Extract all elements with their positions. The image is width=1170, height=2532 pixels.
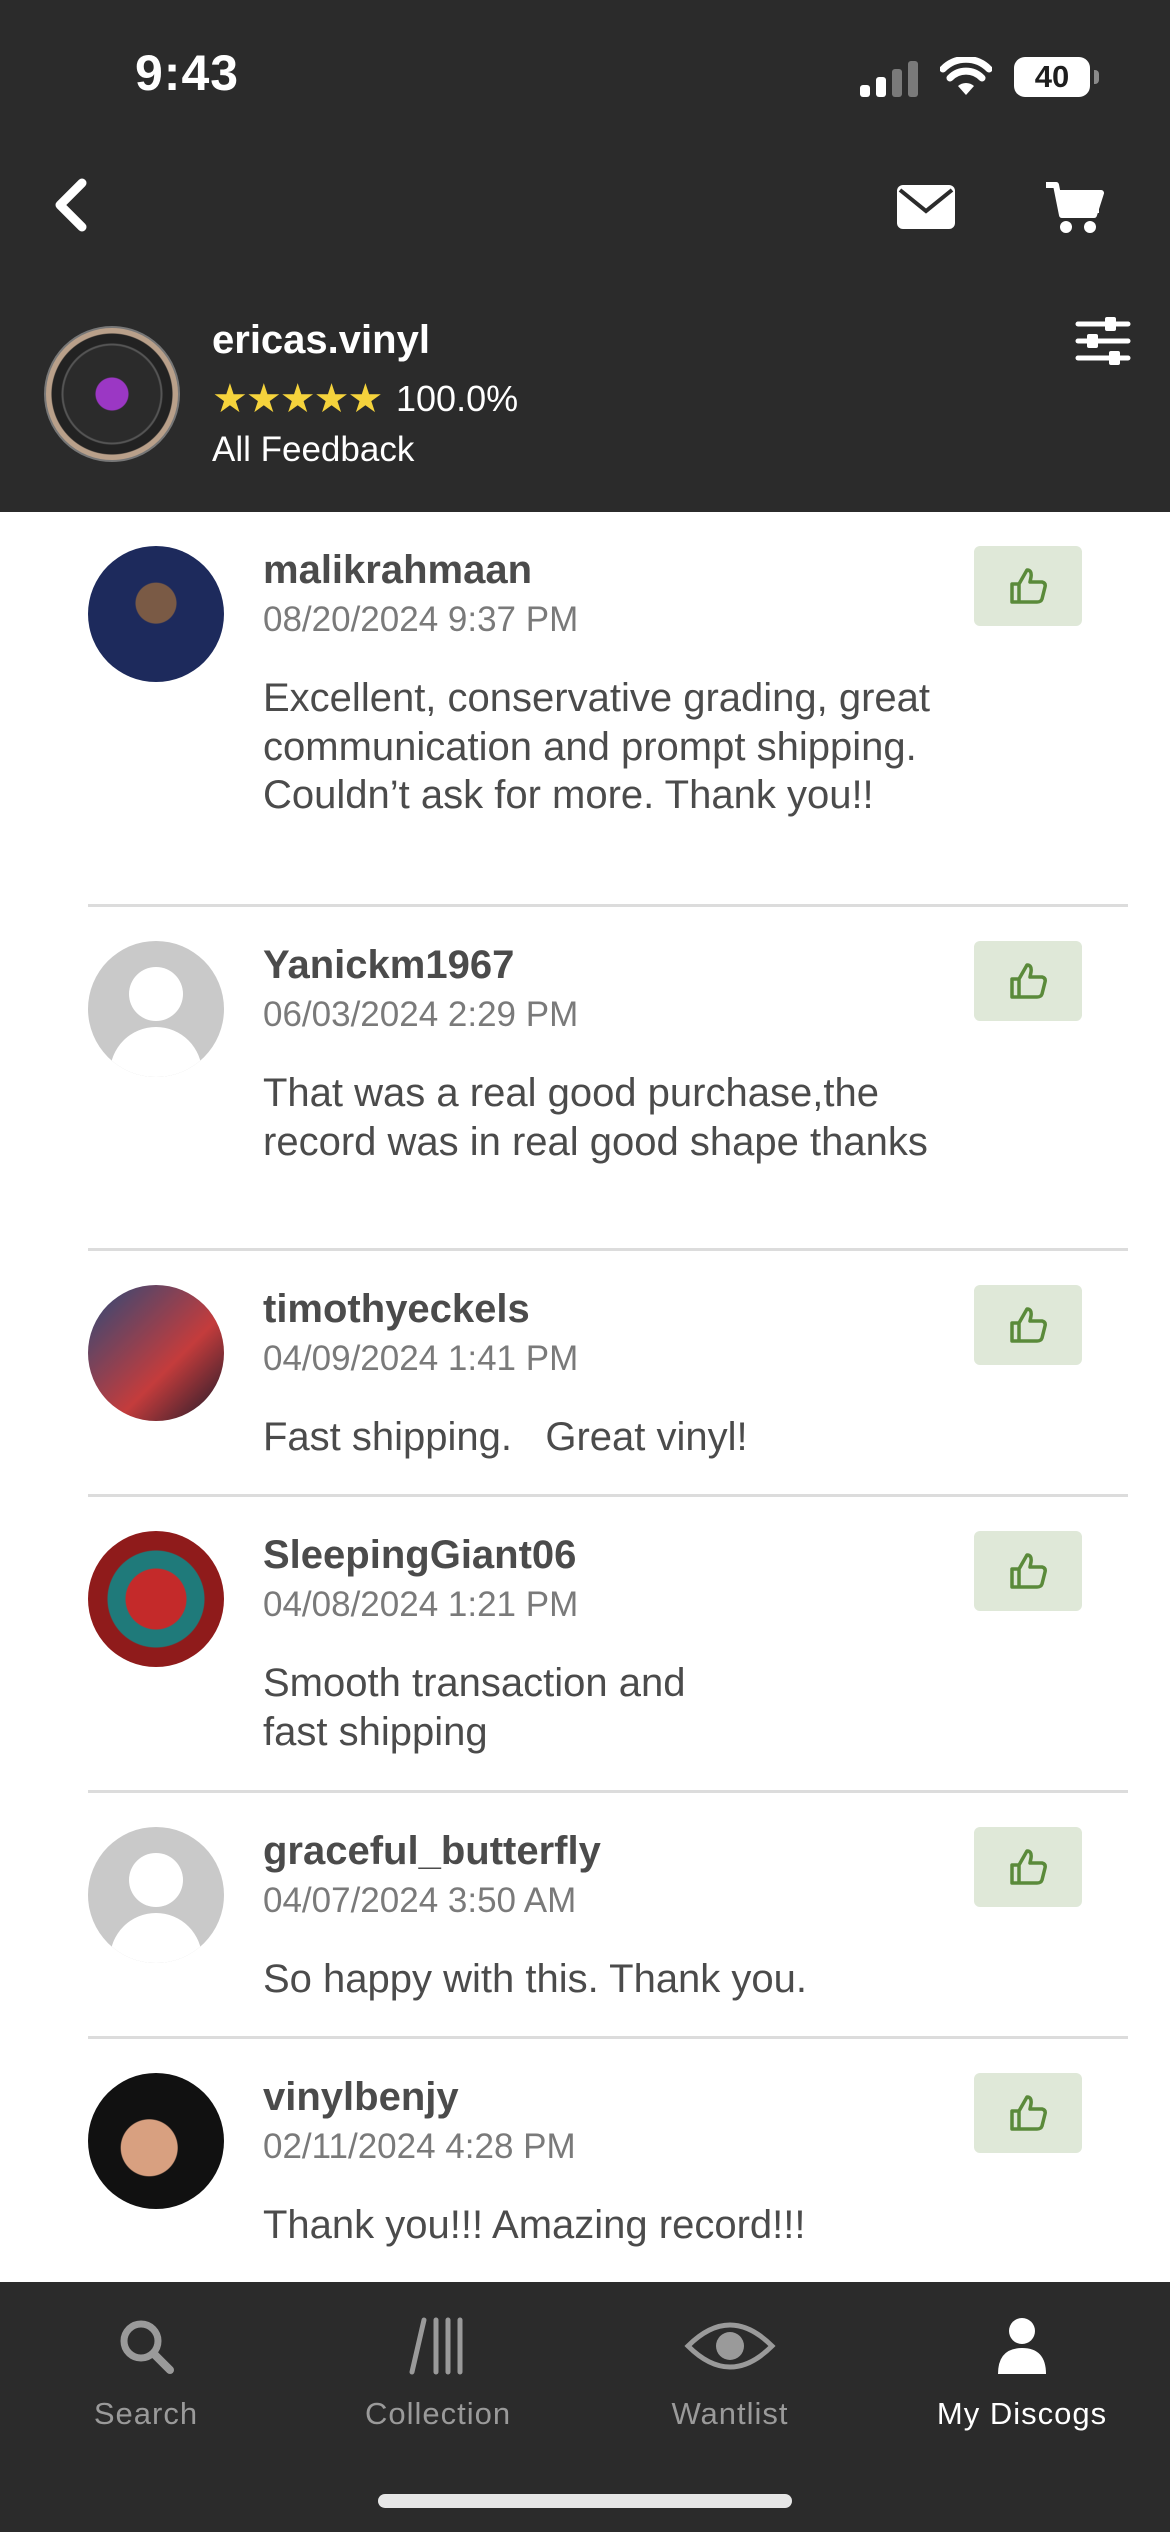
feedback-comment: Smooth transaction and fast shipping xyxy=(263,1661,686,1754)
feedback-date: 06/03/2024 2:29 PM xyxy=(263,995,579,1034)
thumbs-up-icon xyxy=(1010,963,1047,999)
user-avatar[interactable] xyxy=(88,546,224,682)
feedback-date: 02/11/2024 4:28 PM xyxy=(263,2127,576,2166)
thumbs-up-icon xyxy=(1010,1553,1047,1589)
battery-icon: 40 xyxy=(1014,57,1099,97)
positive-feedback-badge xyxy=(974,1531,1082,1611)
tab-my-discogs[interactable]: My Discogs xyxy=(876,2306,1168,2446)
feedback-comment: That was a real good purchase,the record… xyxy=(263,1071,928,1164)
feedback-username[interactable]: malikrahmaan xyxy=(263,548,532,593)
feedback-username[interactable]: SleepingGiant06 xyxy=(263,1533,576,1578)
user-icon xyxy=(998,2318,1046,2374)
page-title: All Feedback xyxy=(212,430,415,469)
feedback-username[interactable]: Yanickm1967 xyxy=(263,943,514,988)
header: 9:43 40 ericas.vinyl ★★★★★ 100.0% All Fe… xyxy=(0,0,1170,512)
positive-feedback-badge xyxy=(974,1827,1082,1907)
wifi-icon xyxy=(940,57,992,95)
thumbs-up-icon xyxy=(1010,1849,1047,1885)
tab-label: Search xyxy=(93,2396,199,2431)
cellular-signal-icon xyxy=(860,57,918,97)
feedback-comment: Thank you!!! Amazing record!!! xyxy=(263,2203,806,2247)
seller-rating-percent: 100.0% xyxy=(396,378,519,419)
message-button[interactable] xyxy=(890,178,962,236)
thumbs-up-icon xyxy=(1010,2095,1047,2131)
tab-collection[interactable]: Collection xyxy=(292,2306,584,2446)
feedback-comment: So happy with this. Thank you. xyxy=(263,1957,808,2001)
status-time: 9:43 xyxy=(135,45,240,101)
feedback-comment: Excellent, conservative grading, great c… xyxy=(263,676,931,817)
feedback-date: 04/09/2024 1:41 PM xyxy=(263,1339,579,1378)
feedback-list[interactable]: malikrahmaan 08/20/2024 9:37 PM Excellen… xyxy=(0,512,1170,2282)
user-avatar[interactable] xyxy=(88,1285,224,1421)
eye-icon xyxy=(684,2322,776,2370)
sliders-icon xyxy=(1075,317,1131,365)
user-avatar[interactable] xyxy=(88,941,224,1077)
feedback-item: SleepingGiant06 04/08/2024 1:21 PM Smoot… xyxy=(88,1497,1128,1793)
positive-feedback-badge xyxy=(974,546,1082,626)
back-button[interactable] xyxy=(40,170,100,240)
tab-label: Wantlist xyxy=(671,2396,789,2431)
thumbs-up-icon xyxy=(1010,1307,1047,1343)
feedback-item: vinylbenjy 02/11/2024 4:28 PM Thank you!… xyxy=(88,2039,1128,2282)
feedback-date: 08/20/2024 9:37 PM xyxy=(263,600,579,639)
user-avatar[interactable] xyxy=(88,1827,224,1963)
battery-level: 40 xyxy=(1034,59,1070,94)
feedback-username[interactable]: timothyeckels xyxy=(263,1287,530,1332)
feedback-date: 04/07/2024 3:50 AM xyxy=(263,1881,577,1920)
cart-button[interactable] xyxy=(1040,176,1108,240)
user-avatar[interactable] xyxy=(88,2073,224,2209)
shopping-cart-icon xyxy=(1046,182,1104,233)
user-avatar[interactable] xyxy=(88,1531,224,1667)
chevron-left-icon xyxy=(55,178,87,232)
tab-wantlist[interactable]: Wantlist xyxy=(584,2306,876,2446)
tab-label: Collection xyxy=(364,2396,512,2431)
status-icons: 40 xyxy=(860,52,1099,102)
thumbs-up-icon xyxy=(1010,568,1047,604)
seller-rating-stars: ★★★★★ xyxy=(212,377,383,421)
feedback-item: graceful_butterfly 04/07/2024 3:50 AM So… xyxy=(88,1793,1128,2039)
positive-feedback-badge xyxy=(974,2073,1082,2153)
positive-feedback-badge xyxy=(974,941,1082,1021)
positive-feedback-badge xyxy=(974,1285,1082,1365)
tab-search[interactable]: Search xyxy=(0,2306,292,2446)
feedback-username[interactable]: vinylbenjy xyxy=(263,2075,459,2120)
feedback-item: malikrahmaan 08/20/2024 9:37 PM Excellen… xyxy=(88,512,1128,907)
feedback-username[interactable]: graceful_butterfly xyxy=(263,1829,601,1874)
seller-avatar[interactable] xyxy=(44,326,180,462)
tab-label: My Discogs xyxy=(936,2396,1108,2431)
envelope-icon xyxy=(897,185,955,229)
home-indicator[interactable] xyxy=(378,2494,792,2508)
collection-icon xyxy=(409,2317,463,2375)
feedback-comment: Fast shipping. Great vinyl! xyxy=(263,1415,748,1459)
filter-button[interactable] xyxy=(1070,312,1136,370)
feedback-item: timothyeckels 04/09/2024 1:41 PM Fast sh… xyxy=(88,1251,1128,1497)
feedback-date: 04/08/2024 1:21 PM xyxy=(263,1585,579,1624)
feedback-item: Yanickm1967 06/03/2024 2:29 PM That was … xyxy=(88,907,1128,1251)
search-icon xyxy=(120,2320,174,2374)
seller-name[interactable]: ericas.vinyl xyxy=(212,318,430,363)
